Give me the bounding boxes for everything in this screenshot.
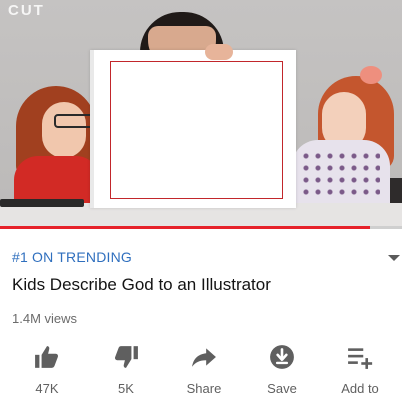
tablet xyxy=(0,199,84,207)
save-label: Save xyxy=(267,381,297,396)
hair-bow xyxy=(360,66,382,84)
channel-logo: CUT xyxy=(8,2,45,19)
add-to-button[interactable]: Add to xyxy=(335,344,385,400)
trending-badge[interactable]: #1 ON TRENDING xyxy=(12,249,132,265)
thumbs-down-icon xyxy=(114,346,138,368)
progress-bar-fill xyxy=(0,226,370,229)
girl-left-face xyxy=(42,102,86,158)
save-button[interactable]: Save xyxy=(257,344,307,400)
add-to-label: Add to xyxy=(341,381,379,396)
share-icon xyxy=(192,348,216,367)
dislike-button[interactable]: 5K xyxy=(101,344,151,400)
video-title: Kids Describe God to an Illustrator xyxy=(12,275,271,294)
like-count: 47K xyxy=(35,381,59,396)
dislike-count: 5K xyxy=(118,381,134,396)
share-label: Share xyxy=(186,381,222,396)
hand xyxy=(205,44,233,60)
share-button[interactable]: Share xyxy=(179,344,229,400)
video-player[interactable]: CUT xyxy=(0,0,402,228)
glasses xyxy=(54,114,94,128)
shirt-pattern xyxy=(300,150,380,200)
red-outlined-blank-box xyxy=(110,61,283,199)
thumbs-up-icon xyxy=(35,346,59,368)
add-to-playlist-icon xyxy=(348,348,373,369)
save-download-icon xyxy=(270,345,294,369)
view-count: 1.4M views xyxy=(12,311,78,326)
expand-description-icon[interactable] xyxy=(388,255,400,261)
like-button[interactable]: 47K xyxy=(22,344,72,400)
progress-bar[interactable] xyxy=(0,226,402,229)
